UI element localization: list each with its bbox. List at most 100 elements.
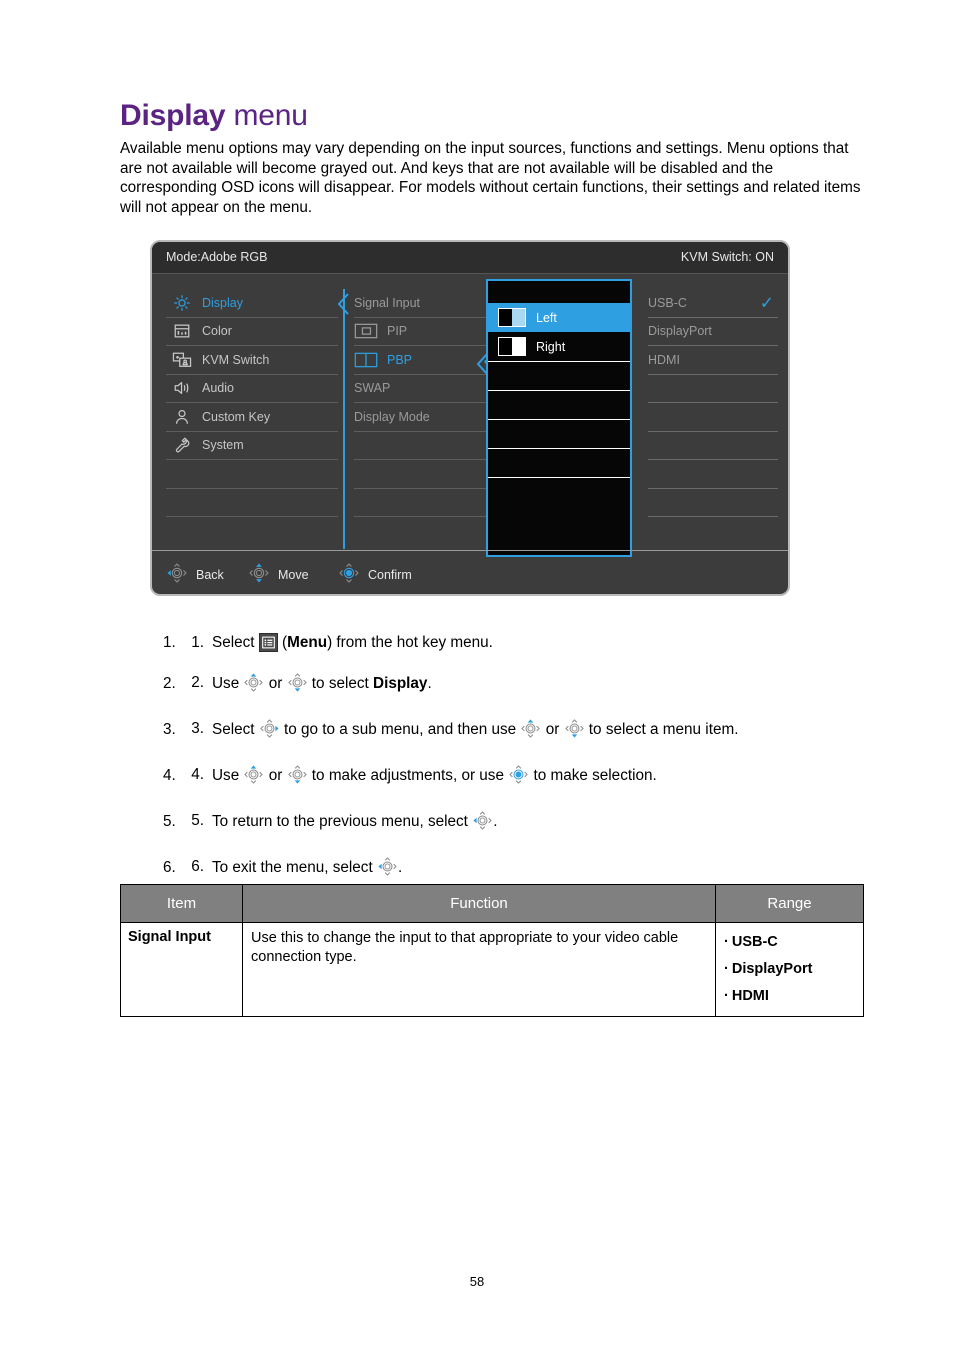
osd-popup-item-right[interactable]: Right	[488, 332, 630, 361]
osd-source-item-displayport[interactable]: DisplayPort	[648, 318, 778, 346]
step-text: to select	[307, 675, 374, 692]
nav-key-right-icon	[259, 718, 280, 745]
osd-sidebar-item-color[interactable]: Color	[166, 318, 338, 346]
nav-key-down-icon	[287, 764, 308, 791]
osd-submenu-empty-row	[354, 489, 502, 517]
step-text: Select	[212, 634, 259, 651]
osd-sidebar-item-kvm-switch[interactable]: KVM Switch	[166, 346, 338, 375]
osd-sidebar-item-label: KVM Switch	[202, 352, 270, 367]
osd-submenu-item-pip[interactable]: PIP	[354, 318, 502, 346]
step-text: to make adjustments, or use	[307, 767, 509, 784]
user-icon	[170, 408, 194, 426]
table-header-range: Range	[715, 884, 864, 923]
kvm-switch-icon	[170, 351, 194, 369]
step-item: 2. Use or to select Display.	[180, 672, 870, 699]
pip-icon	[354, 322, 380, 340]
osd-submenu-empty-row	[354, 517, 502, 546]
step-number: 2.	[191, 674, 204, 691]
step-number: 1.	[191, 634, 204, 651]
osd-header: Mode:Adobe RGB KVM Switch: ON	[152, 242, 788, 274]
pbp-icon	[354, 351, 380, 369]
osd-sidebar-item-custom-key[interactable]: Custom Key	[166, 403, 338, 432]
step-text: .	[427, 675, 432, 692]
nav-key-down-icon	[287, 672, 308, 699]
osd-sidebar-empty-row	[166, 460, 338, 489]
osd-submenu-item-signal-input[interactable]: Signal Input	[354, 289, 502, 318]
osd-sidebar-item-label: Custom Key	[202, 409, 271, 424]
osd-submenu-item-display-mode[interactable]: Display Mode	[354, 403, 502, 432]
step-text: to select a menu item.	[584, 721, 739, 738]
page-title-bold: Display	[120, 99, 226, 133]
color-panel-icon	[170, 322, 194, 340]
range-option: DisplayPort	[724, 956, 855, 983]
osd-popup-empty-row	[488, 361, 630, 390]
osd-footer-back[interactable]: Back	[166, 562, 224, 587]
osd-source-empty-row	[648, 517, 778, 546]
osd-sidebar-item-display[interactable]: Display	[166, 289, 338, 318]
step-number: 5.	[191, 812, 204, 829]
split-left-icon	[498, 308, 526, 327]
osd-sidebar-item-label: Display	[202, 295, 243, 310]
osd-popup-empty-row	[488, 390, 630, 419]
table-cell-item: Signal Input	[120, 922, 243, 1017]
step-text: To return to the previous menu, select	[212, 813, 473, 830]
updown-nav-key-icon	[248, 562, 270, 587]
step-number: 3.	[191, 720, 204, 737]
osd-submenu: Signal InputPIPPBP✓SWAPDisplay Mode	[354, 289, 502, 546]
step-number: 6.	[191, 858, 204, 875]
settings-table: Item Function Range Signal Input Use this…	[120, 884, 864, 1017]
osd-sidebar-item-system[interactable]: System	[166, 432, 338, 460]
step-text: .	[493, 813, 498, 830]
step-text: ) from the hot key menu.	[327, 634, 493, 651]
osd-popup-item-left[interactable]: Left	[488, 303, 630, 332]
osd-source-empty-row	[648, 460, 778, 489]
step-emphasis: Display	[373, 675, 428, 692]
menu-button-icon	[258, 633, 278, 652]
step-text: to make selection.	[529, 767, 657, 784]
osd-submenu-item-label: PBP	[387, 352, 413, 367]
osd-source-item-label: USB-C	[648, 295, 687, 310]
page-number: 58	[469, 1274, 485, 1289]
speaker-icon	[170, 379, 194, 397]
page-title: Display menu	[120, 98, 308, 134]
step-item: 6. To exit the menu, select .	[180, 856, 870, 883]
step-text: or	[264, 767, 287, 784]
osd-source-empty-row	[648, 375, 778, 403]
osd-submenu-empty-row	[354, 460, 502, 489]
step-number: 4.	[191, 766, 204, 783]
table-cell-function: Use this to change the input to that app…	[242, 922, 716, 1017]
osd-source-item-usb-c[interactable]: USB-C ✓	[648, 289, 778, 318]
check-icon: ✓	[759, 293, 774, 313]
osd-footer-move[interactable]: Move	[248, 562, 309, 587]
osd-source-empty-row	[648, 403, 778, 432]
step-text: To exit the menu, select	[212, 859, 377, 876]
table-header-row: Item Function Range	[120, 884, 864, 923]
nav-key-left-icon	[472, 810, 493, 837]
osd-sidebar-item-label: Audio	[202, 381, 234, 396]
step-emphasis: Menu	[287, 634, 328, 651]
osd-footer-label: Back	[196, 567, 224, 582]
osd-source-item-label: HDMI	[648, 352, 680, 367]
osd-footer-confirm[interactable]: Confirm	[338, 562, 412, 587]
osd-source-item-hdmi[interactable]: HDMI	[648, 346, 778, 375]
nav-key-up-icon	[243, 672, 264, 699]
brightness-icon	[170, 294, 194, 312]
center-nav-key-icon	[338, 562, 360, 587]
osd-sidebar-empty-row	[166, 489, 338, 517]
osd-submenu-item-label: PIP	[387, 324, 408, 339]
nav-key-left-icon	[377, 856, 398, 883]
osd-source-empty-row	[648, 432, 778, 460]
osd-column-divider	[343, 289, 345, 549]
popup-pointer-icon	[476, 353, 488, 375]
osd-popup-empty-row	[488, 448, 630, 477]
split-right-icon	[498, 337, 526, 356]
table-header-item: Item	[120, 884, 243, 923]
osd-submenu-item-swap[interactable]: SWAP	[354, 375, 502, 403]
manual-page: Display menu Available menu options may …	[0, 0, 954, 1350]
step-text: to go to a sub menu, and then use	[279, 721, 521, 738]
osd-popup-item-label: Left	[536, 310, 557, 325]
osd-mode-label: Mode:Adobe RGB	[166, 250, 268, 264]
osd-screenshot: Mode:Adobe RGB KVM Switch: ON Display Col…	[150, 240, 790, 596]
osd-source-empty-row	[648, 489, 778, 517]
osd-sidebar-item-audio[interactable]: Audio	[166, 375, 338, 403]
